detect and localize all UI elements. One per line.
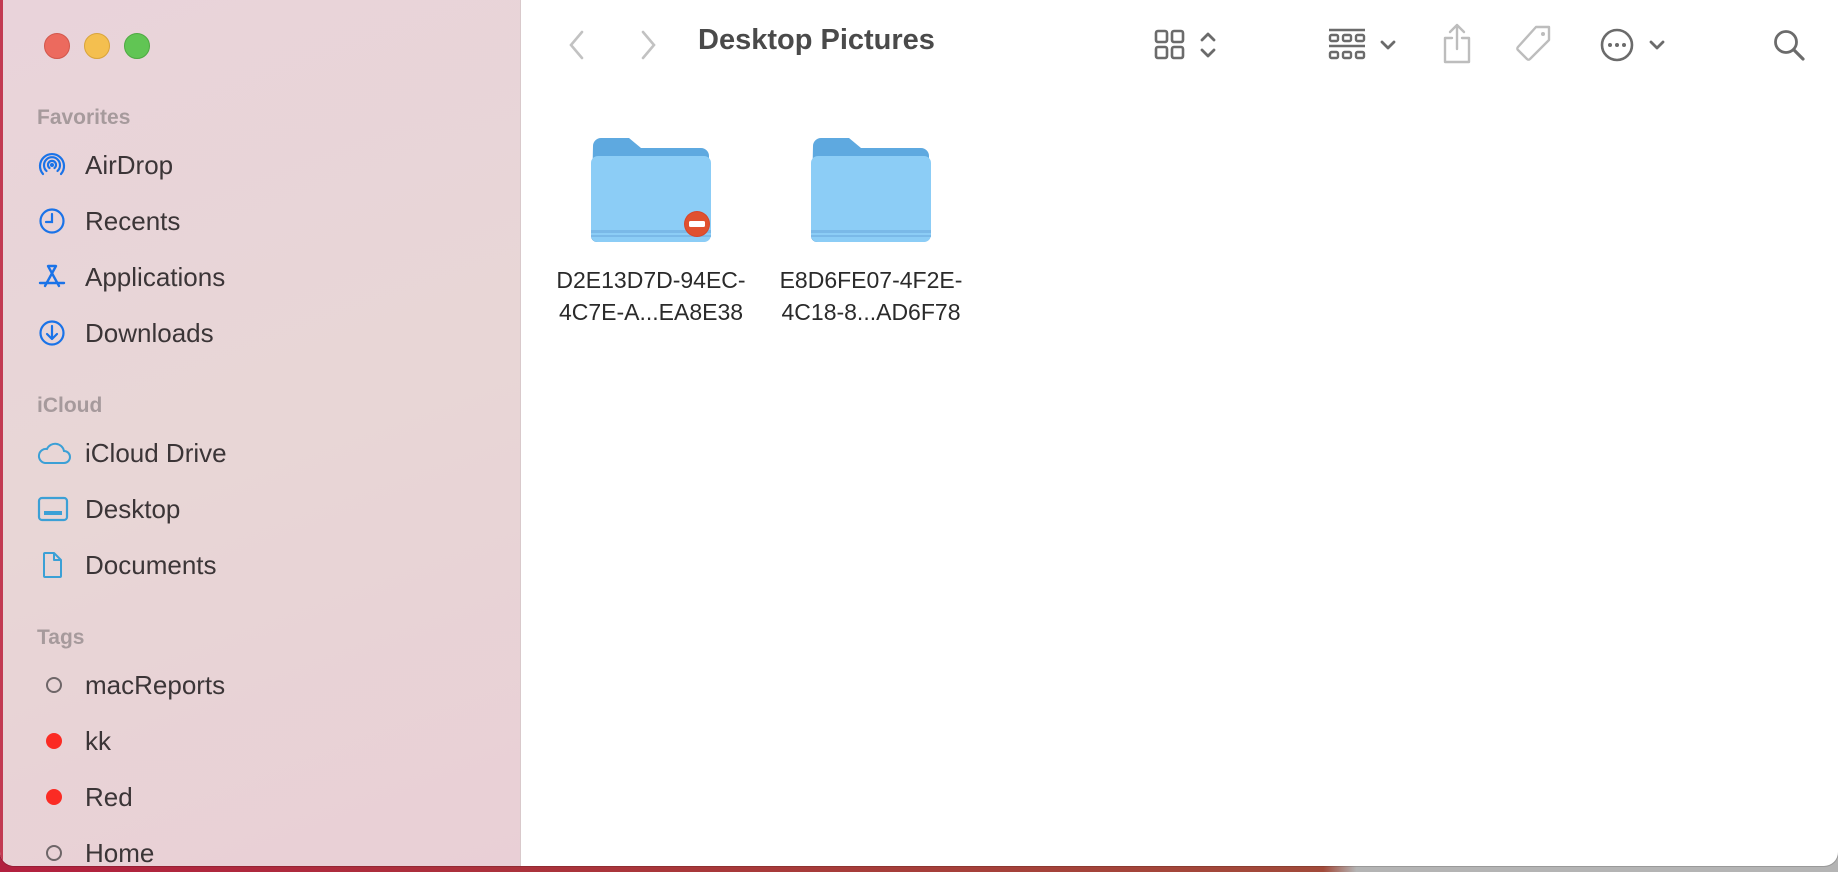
zoom-button[interactable] [124, 33, 150, 59]
folder-item[interactable]: D2E13D7D-94EC- 4C7E-A...EA8E38 [546, 136, 756, 328]
share-icon [1443, 23, 1471, 64]
tag-empty-icon [37, 837, 77, 866]
sidebar-item-label: kk [85, 725, 111, 756]
sidebar-item-label: Documents [85, 549, 217, 580]
applications-icon [37, 261, 77, 293]
group-by-button[interactable] [1326, 26, 1400, 64]
desktop-icon [37, 493, 77, 525]
sidebar-tag-home[interactable]: Home [37, 831, 154, 866]
sidebar-item-recents[interactable]: Recents [37, 199, 180, 243]
window-title: Desktop Pictures [698, 24, 935, 56]
group-by-icon [1328, 28, 1366, 60]
folder-icon [591, 138, 711, 242]
sidebar: Favorites AirDrop Recents Applications D… [0, 0, 521, 866]
finder-window: Favorites AirDrop Recents Applications D… [0, 0, 1838, 866]
cloud-icon [37, 437, 77, 469]
section-label-favorites: Favorites [37, 106, 131, 129]
back-button[interactable] [562, 28, 592, 62]
chevron-up-down-icon [1200, 32, 1216, 58]
sidebar-tag-red[interactable]: Red [37, 775, 133, 819]
tag-button[interactable] [1514, 24, 1554, 64]
section-label-icloud: iCloud [37, 394, 103, 417]
sidebar-item-label: macReports [85, 669, 226, 700]
view-options-button[interactable] [1150, 26, 1222, 64]
sidebar-item-airdrop[interactable]: AirDrop [37, 143, 173, 187]
ellipsis-circle-icon [1600, 28, 1634, 62]
tag-empty-icon [37, 669, 77, 701]
chevron-down-icon [1380, 40, 1396, 50]
document-icon [37, 549, 77, 581]
more-actions-button[interactable] [1598, 26, 1668, 64]
forward-button[interactable] [633, 28, 663, 62]
sidebar-item-desktop[interactable]: Desktop [37, 487, 180, 531]
minimize-button[interactable] [84, 33, 110, 59]
folder-item[interactable]: E8D6FE07-4F2E- 4C18-8...AD6F78 [766, 136, 976, 328]
sidebar-item-icloud-drive[interactable]: iCloud Drive [37, 431, 227, 475]
sidebar-item-applications[interactable]: Applications [37, 255, 225, 299]
sidebar-item-label: Downloads [85, 317, 214, 348]
sidebar-item-documents[interactable]: Documents [37, 543, 217, 587]
tag-icon [1516, 25, 1551, 61]
sidebar-item-downloads[interactable]: Downloads [37, 311, 214, 355]
search-button[interactable] [1770, 26, 1808, 64]
sidebar-item-label: Red [85, 781, 133, 812]
tag-red-icon [37, 781, 77, 813]
sidebar-tag-macreports[interactable]: macReports [37, 663, 225, 707]
no-access-badge-icon [684, 211, 710, 237]
sidebar-item-label: Home [85, 837, 155, 867]
airdrop-icon [37, 149, 77, 181]
download-icon [37, 317, 77, 349]
file-name: D2E13D7D-94EC- 4C7E-A...EA8E38 [556, 267, 746, 325]
file-name: E8D6FE07-4F2E- 4C18-8...AD6F78 [779, 267, 963, 325]
sidebar-item-label: Recents [85, 205, 181, 236]
share-button[interactable] [1440, 22, 1474, 66]
sidebar-item-label: Desktop [85, 493, 181, 524]
section-label-tags: Tags [37, 626, 85, 649]
grid-view-icon [1154, 29, 1185, 60]
sidebar-item-label: AirDrop [85, 149, 174, 180]
close-button[interactable] [44, 33, 70, 59]
tag-red-icon [37, 725, 77, 757]
search-icon [1774, 30, 1805, 61]
sidebar-item-label: iCloud Drive [85, 437, 227, 468]
sidebar-item-label: Applications [85, 261, 226, 292]
clock-icon [37, 205, 77, 237]
chevron-left-icon [569, 30, 584, 60]
folder-icon [811, 138, 931, 242]
sidebar-tag-kk[interactable]: kk [37, 719, 111, 763]
chevron-down-icon [1649, 40, 1665, 50]
chevron-right-icon [641, 30, 656, 60]
